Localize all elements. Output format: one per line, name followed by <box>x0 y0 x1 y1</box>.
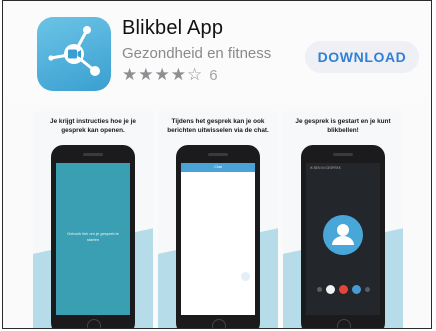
screenshot-caption: Je gesprek is gestart en je kunt blikbel… <box>295 118 391 134</box>
home-button-icon <box>212 319 226 328</box>
screenshot-2[interactable]: Tijdens het gesprek kan je ook berichten… <box>158 111 278 328</box>
rating: ★ ★ ★ ★ ☆ 6 <box>122 65 218 85</box>
star-filled-icon: ★ <box>170 65 187 84</box>
rating-count: 6 <box>209 66 218 84</box>
star-filled-icon: ★ <box>138 65 155 84</box>
home-button-icon <box>87 319 101 328</box>
screenshot-3[interactable]: Je gesprek is gestart en je kunt blikbel… <box>283 111 403 328</box>
camera-icon <box>351 285 361 294</box>
app-category[interactable]: Gezondheid en fitness <box>122 45 271 62</box>
phone-mockup: Gebruik link om je gesprek te starten <box>51 145 135 328</box>
more-icon <box>364 287 370 292</box>
phone-screen: Gebruik link om je gesprek te starten <box>56 163 130 315</box>
screenshot-1[interactable]: Je krijgt instructies hoe je je gesprek … <box>33 111 153 328</box>
blikbel-logo-icon <box>48 26 100 76</box>
star-empty-icon: ☆ <box>187 65 204 84</box>
hangup-icon <box>338 285 348 294</box>
star-filled-icon: ★ <box>154 65 171 84</box>
chat-header: Chat <box>181 163 255 172</box>
home-button-icon <box>337 319 351 328</box>
chat-send-icon <box>241 272 250 281</box>
screenshot-caption: Je krijgt instructies hoe je je gesprek … <box>50 118 136 134</box>
phone-mockup: Chat <box>176 145 260 328</box>
app-icon[interactable] <box>37 17 111 91</box>
app-store-card: Blikbel App Gezondheid en fitness ★ ★ ★ … <box>2 0 432 329</box>
menu-icon <box>316 287 322 292</box>
star-filled-icon: ★ <box>122 65 139 84</box>
app-header: Blikbel App Gezondheid en fitness ★ ★ ★ … <box>3 1 431 97</box>
screen-text: Gebruik link om je gesprek te starten <box>67 231 119 242</box>
app-title[interactable]: Blikbel App <box>122 17 223 40</box>
screenshot-gallery[interactable]: Je krijgt instructies hoe je je gesprek … <box>3 105 431 328</box>
download-button[interactable]: DOWNLOAD <box>305 41 419 73</box>
mute-icon <box>325 285 335 294</box>
call-status-text: IK BEN IN GESPREK <box>310 166 341 170</box>
phone-screen: Chat <box>181 163 255 315</box>
call-controls <box>306 285 380 294</box>
avatar-icon <box>323 215 363 255</box>
phone-mockup: IK BEN IN GESPREK <box>301 145 385 328</box>
screenshot-caption: Tijdens het gesprek kan je ook berichten… <box>167 118 269 134</box>
phone-screen: IK BEN IN GESPREK <box>306 163 380 315</box>
